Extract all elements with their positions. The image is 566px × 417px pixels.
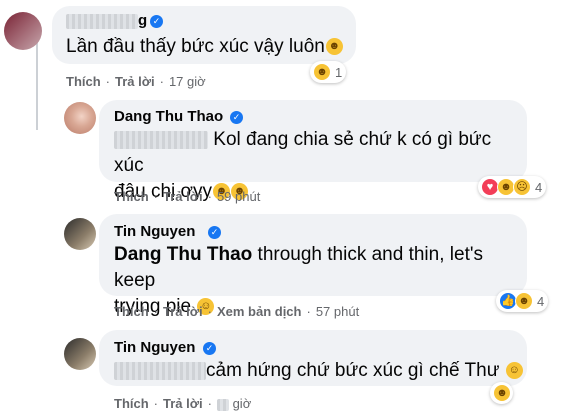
- reaction-summary[interactable]: ♥ ☻ ☹ 4: [478, 176, 547, 198]
- reply-button[interactable]: Trả lời: [163, 189, 203, 204]
- avatar[interactable]: [64, 102, 96, 134]
- mention-link[interactable]: Dang Thu Thao: [114, 244, 252, 265]
- verified-badge-icon: ✓: [208, 226, 221, 239]
- grinning-emoji-icon: ☻: [325, 38, 343, 56]
- reply-button[interactable]: Trả lời: [115, 74, 155, 89]
- thread-line: [36, 40, 38, 130]
- comment-actions: Thích · Trả lời · 17 giờ: [66, 74, 206, 89]
- timestamp[interactable]: 17 giờ: [169, 74, 206, 89]
- reaction-summary[interactable]: ☻: [490, 382, 513, 404]
- timestamp[interactable]: 59 phút: [217, 189, 260, 204]
- haha-reaction-icon: ☻: [313, 63, 331, 81]
- like-button[interactable]: Thích: [66, 74, 101, 89]
- reply-button[interactable]: Trả lời: [163, 304, 203, 319]
- like-button[interactable]: Thích: [114, 396, 149, 411]
- verified-badge-icon: ✓: [150, 15, 163, 28]
- timestamp-redacted: [216, 398, 229, 411]
- reaction-summary[interactable]: 👍 ☻ 4: [496, 290, 549, 312]
- comment-text: Lần đầu thấy bức xúc vậy luôn ☻: [66, 34, 343, 60]
- timestamp[interactable]: giờ: [233, 396, 252, 411]
- comment-actions: Thích · Trả lời · 59 phút: [114, 189, 261, 204]
- author-name[interactable]: Tin Nguyen: [114, 339, 195, 356]
- avatar[interactable]: [64, 218, 96, 250]
- comment-actions: Thích · Trả lời · Xem bản dịch · 57 phút: [114, 304, 360, 319]
- comment-actions: Thích · Trả lời · giờ: [114, 396, 252, 411]
- smile-emoji-icon: ☺: [505, 362, 523, 380]
- author-name[interactable]: Dang Thu Thao: [114, 108, 223, 125]
- comment-text: cảm hứng chứ bức xúc gì chế Thư ☺: [114, 358, 524, 384]
- like-button[interactable]: Thích: [114, 189, 149, 204]
- author-name-tail: g: [138, 12, 148, 29]
- like-button[interactable]: Thích: [114, 304, 149, 319]
- avatar[interactable]: [64, 338, 96, 370]
- translate-link[interactable]: Xem bản dịch: [217, 304, 302, 319]
- avatar[interactable]: [4, 12, 42, 50]
- timestamp[interactable]: 57 phút: [316, 304, 359, 319]
- reaction-summary[interactable]: ☻ 1: [310, 61, 347, 83]
- verified-badge-icon: ✓: [203, 342, 216, 355]
- sad-reaction-icon: ☹: [513, 178, 531, 196]
- verified-badge-icon: ✓: [230, 111, 243, 124]
- haha-reaction-icon: ☻: [515, 292, 533, 310]
- author-name-redacted[interactable]: [66, 13, 138, 31]
- reply-button[interactable]: Trả lời: [163, 396, 203, 411]
- author-name[interactable]: Tin Nguyen: [114, 223, 195, 240]
- haha-reaction-icon: ☻: [493, 384, 511, 402]
